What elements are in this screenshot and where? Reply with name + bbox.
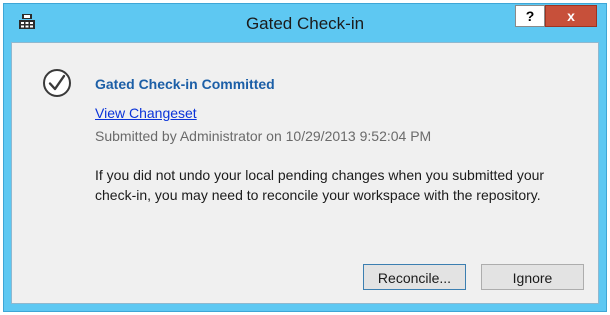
ignore-button[interactable]: Ignore <box>481 264 584 290</box>
close-button[interactable]: x <box>545 5 597 27</box>
submitted-info: Submitted by Administrator on 10/29/2013… <box>95 128 432 144</box>
dialog-window: Gated Check-in ? x Gated Check-in Commit… <box>3 3 607 312</box>
reconcile-button[interactable]: Reconcile... <box>363 264 466 290</box>
reconcile-message: If you did not undo your local pending c… <box>95 167 545 203</box>
title-bar[interactable]: Gated Check-in ? x <box>4 4 606 42</box>
status-heading: Gated Check-in Committed <box>95 76 275 92</box>
view-changeset-link[interactable]: View Changeset <box>95 105 197 121</box>
help-button[interactable]: ? <box>515 5 545 27</box>
dialog-body: Gated Check-in Committed View Changeset … <box>11 42 599 304</box>
check-circle-icon <box>43 69 71 97</box>
